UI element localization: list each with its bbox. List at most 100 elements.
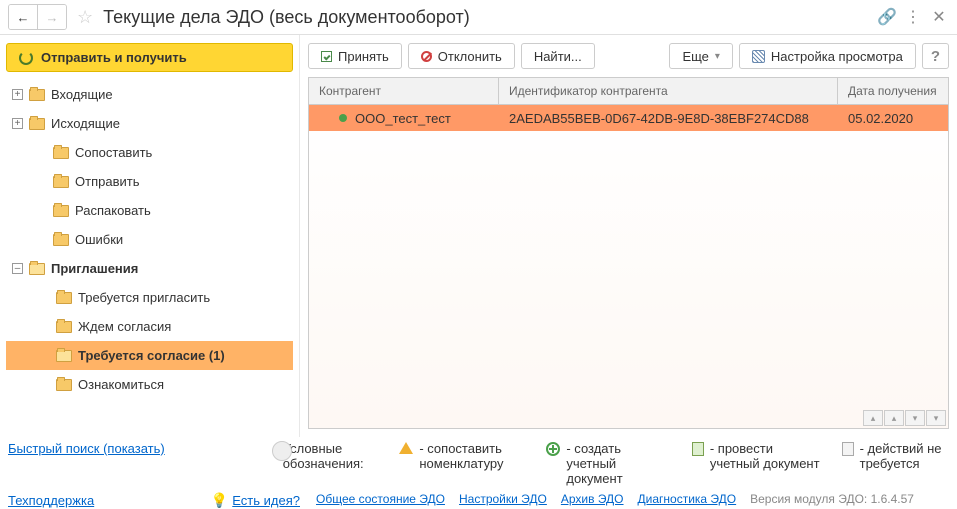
folder-icon (29, 89, 45, 101)
link-state[interactable]: Общее состояние ЭДО (316, 492, 445, 506)
collapse-icon[interactable]: – (12, 263, 23, 274)
scroll-top-icon[interactable]: ▴ (863, 410, 883, 426)
record-icon[interactable] (272, 441, 292, 461)
help-button[interactable]: ? (922, 43, 949, 69)
link-icon[interactable]: 🔗 (877, 7, 897, 27)
folder-icon (29, 118, 45, 130)
document-check-icon (692, 442, 704, 456)
page-title: Текущие дела ЭДО (весь документооборот) (103, 7, 871, 28)
tree-item-review[interactable]: Ознакомиться (6, 370, 293, 399)
folder-open-icon (56, 350, 72, 362)
tree-label: Требуется пригласить (78, 290, 210, 305)
cell-id: 2AEDAB55BEB-0D67-42DB-9E8D-38EBF274CD88 (499, 111, 838, 126)
legend-item: - создать учетный документ (546, 441, 669, 486)
legend-item: - действий не требуется (842, 441, 949, 471)
version-label: Версия модуля ЭДО: 1.6.4.57 (750, 492, 914, 506)
col-contractor[interactable]: Контрагент (309, 78, 499, 104)
folder-icon (53, 234, 69, 246)
legend-item: - провести учетный документ (692, 441, 820, 471)
scroll-controls: ▴ ▴ ▾ ▾ (863, 410, 946, 426)
quick-search-link[interactable]: Быстрый поиск (показать) (8, 441, 267, 456)
view-settings-button[interactable]: Настройка просмотра (739, 43, 916, 69)
link-settings[interactable]: Настройки ЭДО (459, 492, 547, 506)
tree-label: Приглашения (51, 261, 138, 276)
tree-label: Исходящие (51, 116, 120, 131)
window-header: ← → ☆ Текущие дела ЭДО (весь документооб… (0, 0, 957, 34)
tree-item-inbox[interactable]: + Входящие (6, 80, 293, 109)
more-vert-icon[interactable]: ⋮ (903, 7, 923, 27)
favorite-star-icon[interactable]: ☆ (77, 7, 93, 28)
support-link[interactable]: Техподдержка (8, 493, 94, 508)
close-icon[interactable]: ✕ (929, 7, 949, 27)
tree-label: Ознакомиться (78, 377, 164, 392)
folder-icon (56, 292, 72, 304)
col-id[interactable]: Идентификатор контрагента (499, 78, 838, 104)
table-header: Контрагент Идентификатор контрагента Дат… (309, 78, 948, 105)
tree-item-waiting[interactable]: Ждем согласия (6, 312, 293, 341)
warning-icon (399, 442, 413, 454)
tree-label: Требуется согласие (1) (78, 348, 225, 363)
tree-label: Ждем согласия (78, 319, 171, 334)
col-date[interactable]: Дата получения (838, 78, 948, 104)
nav-forward-button[interactable]: → (38, 5, 66, 29)
folder-icon (56, 321, 72, 333)
data-table: Контрагент Идентификатор контрагента Дат… (308, 77, 949, 429)
folder-icon (56, 379, 72, 391)
main-panel: Принять Отклонить Найти... Еще▾ Настройк… (300, 35, 957, 437)
scroll-bottom-icon[interactable]: ▾ (926, 410, 946, 426)
send-receive-button[interactable]: Отправить и получить (6, 43, 293, 72)
folder-icon (53, 176, 69, 188)
cell-date: 05.02.2020 (838, 111, 948, 126)
folder-icon (53, 205, 69, 217)
link-archive[interactable]: Архив ЭДО (561, 492, 624, 506)
nav-back-button[interactable]: ← (9, 5, 37, 29)
legend-title: Условные обозначения: (283, 441, 378, 471)
tree-label: Распаковать (75, 203, 151, 218)
table-body: ООО_тест_тест 2AEDAB55BEB-0D67-42DB-9E8D… (309, 105, 948, 428)
sidebar: Отправить и получить + Входящие + Исходящи… (0, 35, 300, 437)
footer: Быстрый поиск (показать) Условные обозна… (0, 437, 957, 507)
tree-item-unpack[interactable]: Распаковать (6, 196, 293, 225)
decline-button[interactable]: Отклонить (408, 43, 515, 69)
tree-item-need-invite[interactable]: Требуется пригласить (6, 283, 293, 312)
tree-item-outbox[interactable]: + Исходящие (6, 109, 293, 138)
accept-button[interactable]: Принять (308, 43, 402, 69)
chevron-down-icon: ▾ (715, 51, 720, 62)
plus-circle-icon (546, 442, 560, 456)
table-row[interactable]: ООО_тест_тест 2AEDAB55BEB-0D67-42DB-9E8D… (309, 105, 948, 131)
bulb-icon: 💡 (211, 492, 228, 509)
tree-label: Сопоставить (75, 145, 152, 160)
gear-icon (752, 50, 765, 63)
status-dot-icon (339, 114, 347, 122)
send-receive-label: Отправить и получить (41, 50, 187, 65)
tree-item-need-consent[interactable]: Требуется согласие (1) (6, 341, 293, 370)
tree-label: Входящие (51, 87, 113, 102)
decline-icon (421, 51, 432, 62)
find-button[interactable]: Найти... (521, 43, 595, 69)
accept-icon (321, 51, 332, 62)
expand-icon[interactable]: + (12, 118, 23, 129)
toolbar: Принять Отклонить Найти... Еще▾ Настройк… (308, 43, 949, 69)
folder-tree: + Входящие + Исходящие Сопоставить Отправи… (6, 80, 293, 429)
legend-item: - сопоставить номенклатуру (399, 441, 524, 471)
scroll-down-icon[interactable]: ▾ (905, 410, 925, 426)
refresh-icon (19, 51, 33, 65)
tree-label: Ошибки (75, 232, 123, 247)
question-icon: ? (931, 48, 940, 65)
tree-label: Отправить (75, 174, 139, 189)
more-button[interactable]: Еще▾ (669, 43, 732, 69)
document-icon (842, 442, 854, 456)
legend: Условные обозначения: - сопоставить номе… (283, 441, 949, 486)
tree-item-invitations[interactable]: – Приглашения (6, 254, 293, 283)
tree-item-send[interactable]: Отправить (6, 167, 293, 196)
link-diag[interactable]: Диагностика ЭДО (638, 492, 737, 506)
folder-open-icon (29, 263, 45, 275)
tree-item-match[interactable]: Сопоставить (6, 138, 293, 167)
cell-contractor: ООО_тест_тест (309, 111, 499, 126)
nav-buttons: ← → (8, 4, 67, 30)
expand-icon[interactable]: + (12, 89, 23, 100)
scroll-up-icon[interactable]: ▴ (884, 410, 904, 426)
folder-icon (53, 147, 69, 159)
idea-link[interactable]: Есть идея? (232, 493, 300, 508)
tree-item-errors[interactable]: Ошибки (6, 225, 293, 254)
